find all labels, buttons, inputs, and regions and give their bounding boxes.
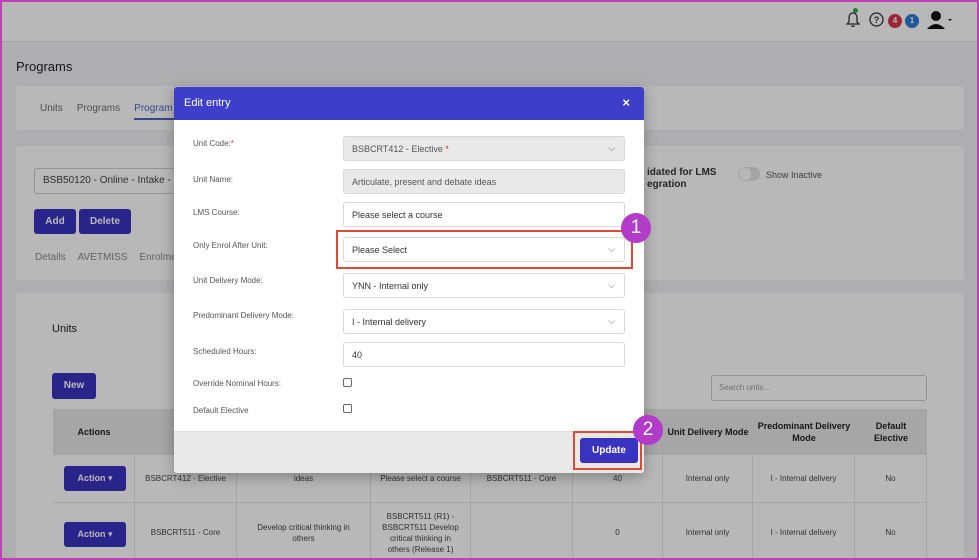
predominant-delivery-mode-label: Predominant Delivery Mode: (193, 311, 294, 320)
unit-code-value: BSBCRT412 - Elective (352, 144, 443, 154)
chevron-down-icon: ⌵ (608, 316, 615, 326)
chevron-down-icon: ⌵ (608, 280, 615, 290)
predominant-delivery-mode-select[interactable]: I - Internal delivery ⌵ (343, 309, 625, 334)
unit-code-select[interactable]: BSBCRT412 - Elective * ⌵ (343, 136, 625, 161)
unit-delivery-mode-label: Unit Delivery Mode: (193, 276, 263, 285)
unit-name-label: Unit Name: (193, 175, 234, 184)
lms-course-field[interactable]: Please select a course (343, 202, 625, 227)
unit-delivery-mode-select[interactable]: YNN - Internal only ⌵ (343, 273, 625, 298)
edit-entry-modal: Edit entry × Unit Code:* BSBCRT412 - Ele… (174, 87, 644, 473)
unit-code-label: Unit Code:* (193, 139, 234, 148)
callout-2: 2 (633, 415, 663, 445)
override-nominal-hours-checkbox[interactable] (343, 378, 352, 387)
scheduled-hours-label: Scheduled Hours: (193, 347, 257, 356)
lms-course-label: LMS Course: (193, 208, 240, 217)
modal-header: Edit entry × (174, 87, 644, 120)
unit-code-required-mark: * (230, 139, 234, 148)
unit-code-label-text: Unit Code: (193, 139, 231, 148)
override-nominal-hours-label: Override Nominal Hours: (193, 379, 282, 388)
only-enrol-after-label: Only Enrol After Unit: (193, 241, 268, 250)
modal-title: Edit entry (184, 97, 231, 109)
callout-1: 1 (621, 213, 651, 243)
default-elective-checkbox[interactable] (343, 404, 352, 413)
chevron-down-icon: ⌵ (608, 143, 615, 153)
highlight-only-enrol-after (336, 230, 633, 269)
predominant-delivery-mode-value: I - Internal delivery (352, 317, 427, 327)
close-icon[interactable]: × (622, 95, 630, 110)
unit-code-value-required: * (445, 144, 449, 154)
highlight-update-button (573, 431, 642, 470)
unit-name-field: Articulate, present and debate ideas (343, 169, 625, 194)
unit-delivery-mode-value: YNN - Internal only (352, 281, 429, 291)
default-elective-label: Default Elective (193, 406, 249, 415)
scheduled-hours-input[interactable]: 40 (343, 342, 625, 367)
